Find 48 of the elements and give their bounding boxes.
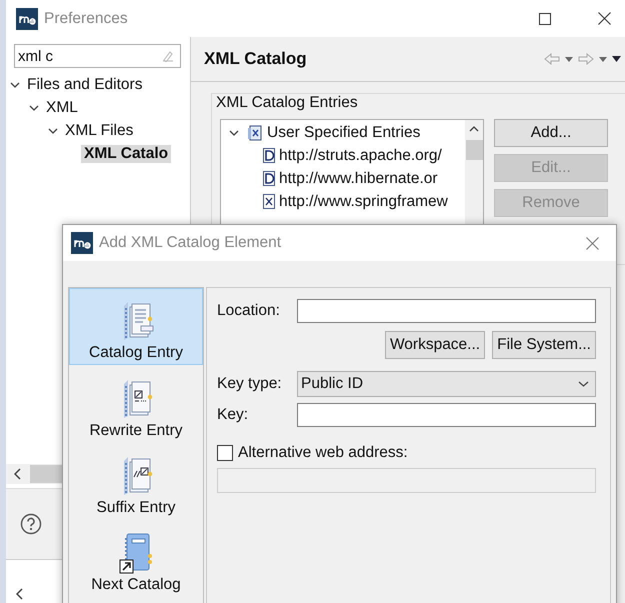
tree-item[interactable]: http://www.hibernate.or — [279, 170, 438, 188]
scroll-left-icon[interactable] — [16, 588, 24, 600]
scroll-up-icon[interactable] — [469, 126, 479, 132]
entry-button[interactable]: Add... — [494, 119, 608, 147]
location-field[interactable] — [297, 299, 596, 323]
key-type-dropdown[interactable]: Public ID — [297, 371, 596, 397]
dropdown-icon[interactable] — [565, 56, 573, 62]
browse-button[interactable]: File System... — [492, 331, 596, 359]
tree-item[interactable]: XML Catalo — [81, 144, 172, 162]
page-title: XML Catalog — [204, 49, 307, 69]
document-icon — [263, 194, 275, 209]
menu-icon[interactable] — [612, 56, 621, 62]
type-item[interactable]: Suffix Entry — [69, 442, 203, 519]
app-logo — [71, 232, 93, 254]
chevron-icon[interactable] — [29, 104, 39, 110]
field-label: Key type: — [217, 375, 283, 393]
tree-item[interactable]: Files and Editors — [24, 76, 146, 94]
catalog-icon — [247, 124, 263, 140]
chevron-icon[interactable] — [10, 82, 20, 88]
scroll-left-icon[interactable] — [14, 468, 22, 480]
field-label: Location: — [217, 302, 281, 320]
tree-item[interactable]: XML Files — [62, 122, 136, 140]
maximize-icon[interactable] — [539, 12, 551, 24]
type-item[interactable]: Rewrite Entry — [69, 365, 203, 442]
window-title: Preferences — [44, 10, 128, 28]
type-item[interactable]: Next Catalog — [69, 519, 203, 596]
notebook-icon — [118, 532, 154, 576]
checkbox[interactable] — [217, 445, 233, 461]
document-icon — [263, 171, 275, 186]
dropdown-icon[interactable] — [599, 56, 607, 62]
tree-item[interactable]: http://struts.apache.org/ — [279, 146, 442, 164]
tree-item[interactable]: XML — [43, 98, 81, 116]
chevron-icon[interactable] — [48, 128, 58, 134]
close-icon[interactable] — [598, 12, 611, 25]
browse-button[interactable]: Workspace... — [384, 331, 486, 359]
tree-item[interactable]: User Specified Entries — [267, 124, 420, 142]
key-field[interactable] — [297, 403, 596, 427]
chevron-icon — [578, 381, 589, 387]
type-item[interactable]: Catalog Entry — [69, 288, 203, 365]
tree-item[interactable]: http://www.springframew — [279, 192, 448, 210]
filter-field[interactable]: xml c — [14, 44, 181, 68]
scrollbar-thumb[interactable] — [466, 140, 482, 160]
field-label: Key: — [217, 406, 250, 424]
help-icon[interactable] — [20, 513, 42, 535]
document-icon — [263, 148, 275, 163]
checkbox-label[interactable]: Alternative web address: — [238, 444, 408, 462]
chevron-icon[interactable] — [229, 130, 239, 136]
app-logo — [16, 8, 38, 30]
